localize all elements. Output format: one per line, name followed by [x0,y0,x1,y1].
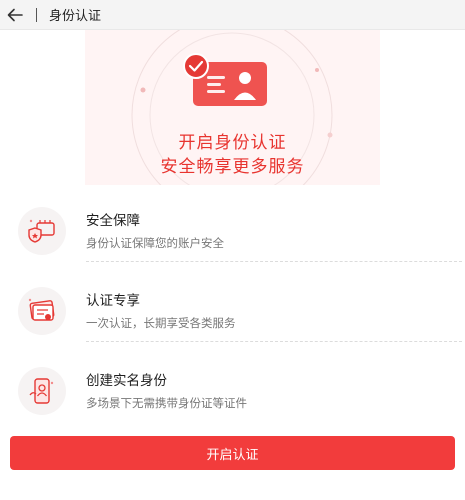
feature-item-realname: 创建实名身份 多场景下无需携带身份证等证件 [18,367,465,443]
hero-headline: 开启身份认证 [178,133,287,153]
header-divider [36,7,37,22]
feature-item-security: 安全保障 身份认证保障您的账户安全 [18,207,465,283]
feature-title: 安全保障 [86,213,140,229]
feature-icon-container [18,287,66,335]
feature-item-exclusive: 认证专享 一次认证，长期享受各类服务 [18,287,465,363]
feature-description: 多场景下无需携带身份证等证件 [86,396,247,410]
feature-icon-container [18,207,66,255]
phone-id-icon [29,378,54,404]
certificate-icon [28,298,55,321]
back-button[interactable] [0,0,30,30]
shield-card-icon [28,219,55,243]
feature-divider [86,261,462,262]
feature-description: 身份认证保障您的账户安全 [86,236,224,250]
arrow-left-icon [7,8,23,21]
enable-verification-button[interactable]: 开启认证 [10,436,455,470]
page-title: 身份认证 [49,9,102,24]
top-navigation-bar: 身份认证 [0,0,465,30]
hero-subheadline: 安全畅享更多服务 [160,157,305,177]
feature-divider [86,341,462,342]
hero-banner: 开启身份认证 安全畅享更多服务 [85,30,380,185]
feature-title: 认证专享 [86,293,140,309]
feature-icon-container [18,367,66,415]
feature-description: 一次认证，长期享受各类服务 [86,316,236,330]
feature-title: 创建实名身份 [86,373,167,389]
